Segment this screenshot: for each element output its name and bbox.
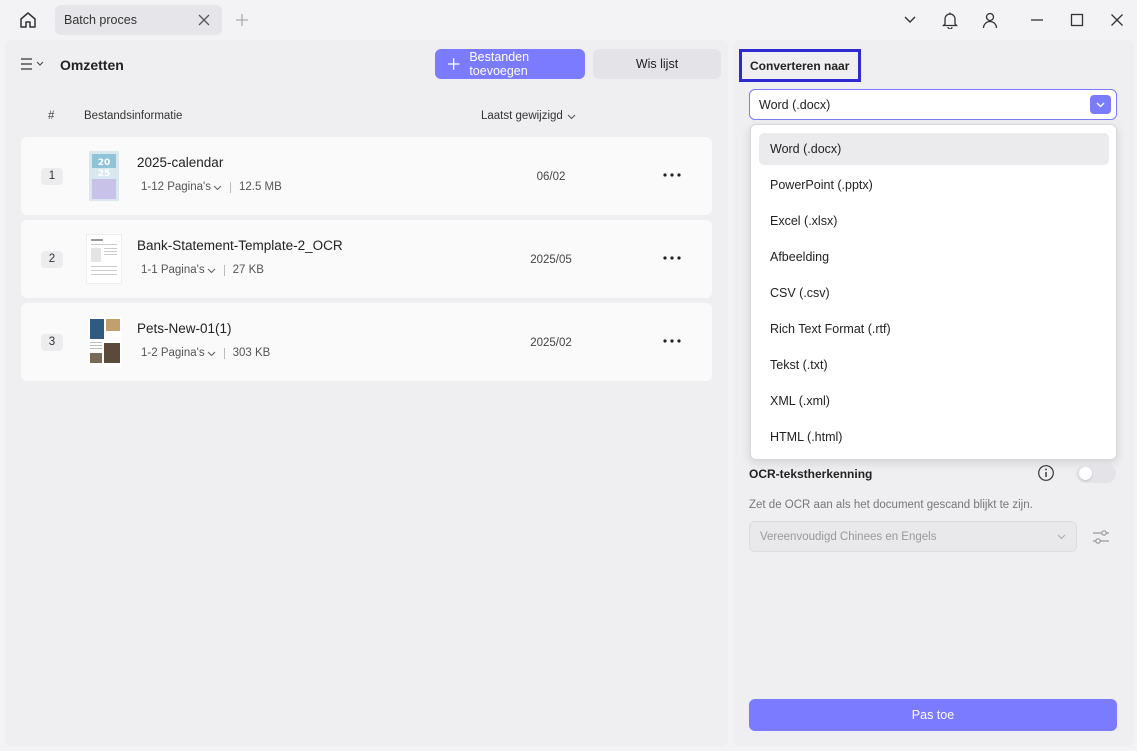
chevron-down-icon [1057, 534, 1066, 540]
more-icon [663, 173, 681, 177]
more-options-button[interactable] [661, 248, 683, 268]
page-range[interactable]: 1-1 Pagina's [141, 264, 205, 276]
calendar-thumbnail-icon: 20 25 [89, 151, 119, 201]
hamburger-icon [21, 58, 44, 70]
file-size: 12.5 MB [238, 181, 282, 193]
more-icon [663, 339, 681, 343]
tab-batch-process[interactable]: Batch proces [55, 5, 222, 35]
file-name: Bank-Statement-Template-2_OCR [137, 238, 343, 253]
format-option[interactable]: Excel (.xlsx) [759, 205, 1109, 237]
plus-icon [447, 58, 460, 70]
convert-to-label: Converteren naar [739, 49, 861, 82]
table-row[interactable]: 2 Bank-Statement-Template-2_OCR 1-1 Pagi… [21, 220, 712, 298]
apply-button[interactable]: Pas toe [749, 699, 1117, 731]
chevron-down-icon [213, 185, 222, 190]
account-button[interactable] [980, 10, 1000, 30]
add-files-button[interactable]: Bestanden toevoegen [435, 49, 585, 79]
toggle-knob [1079, 467, 1092, 480]
file-thumbnail: 20 25 [89, 151, 119, 201]
file-date: 2025/02 [530, 337, 572, 349]
info-icon[interactable] [1037, 464, 1055, 482]
settings-panel: Converteren naar Word (.docx) Word (.doc… [734, 40, 1134, 746]
apply-label: Pas toe [911, 708, 955, 722]
chevron-down-icon [904, 16, 916, 23]
add-files-label: Bestanden toevoegen [469, 50, 530, 78]
home-icon [20, 12, 36, 28]
file-name: 2025-calendar [137, 155, 224, 170]
ocr-description: Zet de OCR aan als het document gescand … [749, 499, 1033, 511]
format-option[interactable]: Tekst (.txt) [759, 349, 1109, 381]
ocr-language-select[interactable]: Vereenvoudigd Chinees en Engels [749, 521, 1077, 552]
bell-icon [941, 12, 959, 29]
page-range[interactable]: 1-12 Pagina's [141, 181, 211, 193]
title-bar: Batch proces [0, 0, 1137, 40]
maximize-button[interactable] [1067, 10, 1087, 30]
file-meta: 1-12 Pagina's 12.5 MB [141, 181, 282, 193]
chevron-down-icon [207, 351, 215, 356]
file-meta: 1-2 Pagina's 303 KB [141, 347, 270, 359]
file-size: 303 KB [232, 347, 271, 359]
format-option[interactable]: CSV (.csv) [759, 277, 1109, 309]
ocr-language-value: Vereenvoudigd Chinees en Engels [760, 531, 937, 543]
close-window-button[interactable] [1107, 10, 1127, 30]
format-select[interactable]: Word (.docx) [749, 89, 1117, 120]
row-number: 3 [41, 334, 63, 351]
row-number: 2 [41, 251, 63, 268]
format-option[interactable]: HTML (.html) [759, 421, 1109, 453]
svg-text:20: 20 [98, 158, 111, 168]
close-icon[interactable] [196, 12, 212, 28]
tab-label: Batch proces [64, 13, 137, 27]
file-size: 27 KB [232, 264, 264, 276]
column-last-modified[interactable]: Laatst gewijzigd [481, 110, 576, 122]
svg-text:25: 25 [98, 169, 111, 179]
minimize-icon [1031, 19, 1043, 21]
column-last-modified-label: Laatst gewijzigd [481, 110, 563, 122]
magazine-thumbnail-icon [88, 317, 122, 367]
format-option[interactable]: XML (.xml) [759, 385, 1109, 417]
format-option[interactable]: PowerPoint (.pptx) [759, 169, 1109, 201]
file-thumbnail [86, 234, 122, 284]
user-icon [982, 12, 998, 29]
chevron-down-icon [567, 114, 576, 119]
home-button[interactable] [12, 8, 44, 32]
table-row[interactable]: 3 Pets-New-01(1) 1-2 Pagina's 303 KB 202… [21, 303, 712, 381]
file-meta: 1-1 Pagina's 27 KB [141, 264, 264, 276]
row-number: 1 [41, 168, 63, 185]
clear-list-button[interactable]: Wis lijst [593, 49, 721, 79]
document-thumbnail-icon [91, 239, 117, 275]
page-range[interactable]: 1-2 Pagina's [141, 347, 205, 359]
add-tab-icon[interactable] [234, 12, 250, 28]
format-select-arrow[interactable] [1090, 95, 1111, 114]
ocr-toggle[interactable] [1076, 464, 1116, 483]
chevron-down-icon [207, 268, 215, 273]
more-options-button[interactable] [661, 331, 683, 351]
page-title: Omzetten [60, 57, 124, 73]
minimize-button[interactable] [1027, 10, 1047, 30]
menu-button[interactable] [19, 56, 47, 72]
file-list-panel: Omzetten Bestanden toevoegen Wis lijst #… [5, 40, 728, 746]
more-icon [663, 256, 681, 260]
file-date: 06/02 [536, 171, 566, 183]
format-select-value: Word (.docx) [759, 98, 831, 112]
close-icon [1111, 14, 1123, 26]
sliders-icon[interactable] [1090, 526, 1112, 548]
column-number: # [48, 110, 55, 122]
table-row[interactable]: 1 20 25 2025-calendar 1-12 Pagina's 12.5… [21, 137, 712, 215]
ocr-title: OCR-tekstherkenning [749, 467, 873, 481]
column-file-info: Bestandsinformatie [84, 110, 183, 122]
format-option[interactable]: Rich Text Format (.rtf) [759, 313, 1109, 345]
file-date: 2025/05 [530, 254, 572, 266]
format-option[interactable]: Word (.docx) [759, 133, 1109, 165]
chevron-down-icon [1096, 102, 1105, 108]
clear-list-label: Wis lijst [635, 57, 679, 71]
file-name: Pets-New-01(1) [137, 321, 232, 336]
more-options-button[interactable] [661, 165, 683, 185]
chevron-down-button[interactable] [900, 10, 920, 30]
notifications-button[interactable] [940, 10, 960, 30]
maximize-icon [1070, 13, 1084, 27]
format-dropdown: Word (.docx) PowerPoint (.pptx) Excel (.… [750, 124, 1117, 460]
file-thumbnail [88, 317, 122, 367]
format-option[interactable]: Afbeelding [759, 241, 1109, 273]
